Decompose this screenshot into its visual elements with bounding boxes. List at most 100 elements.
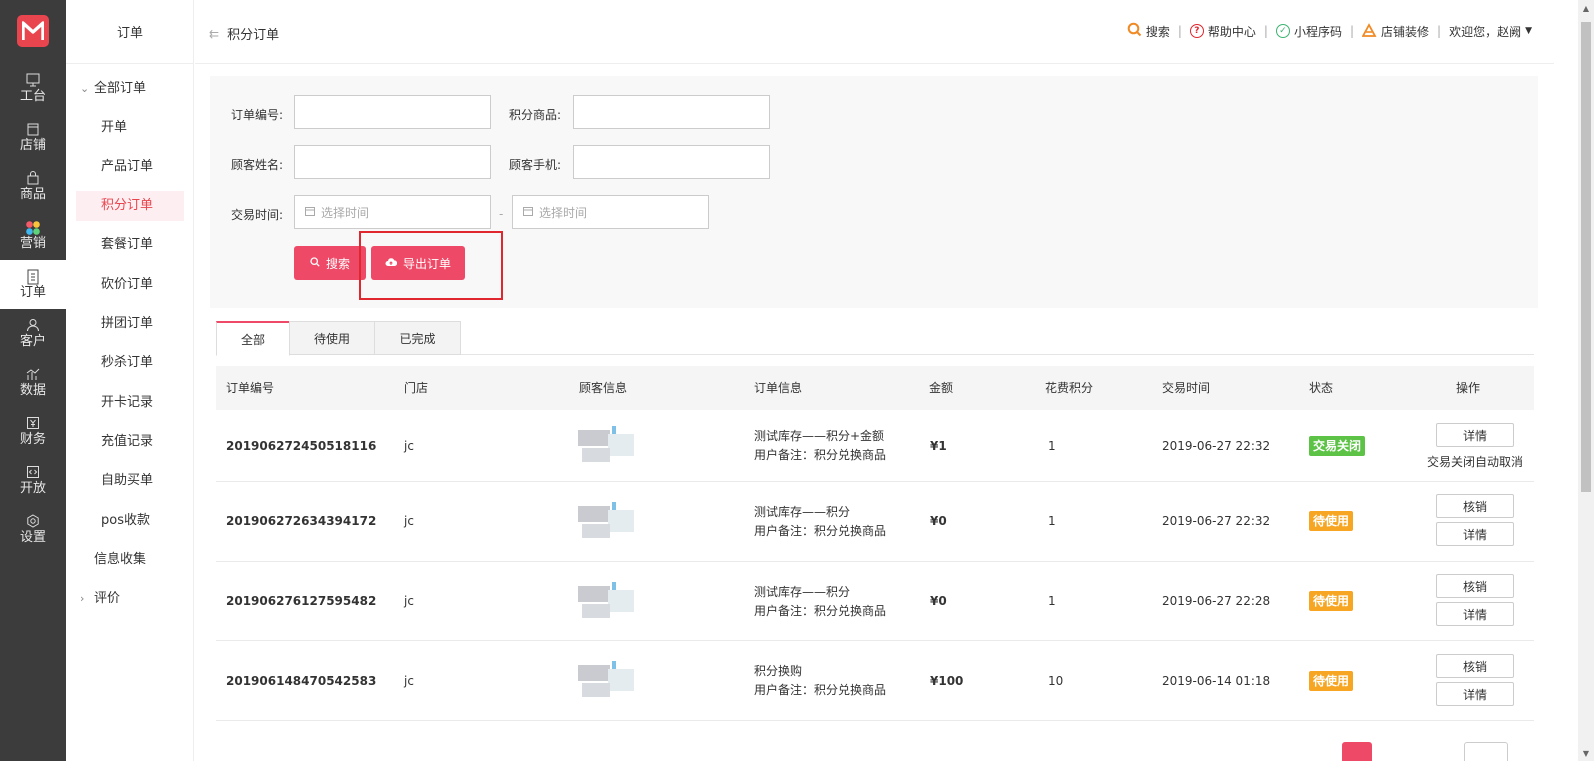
search-button-label: 搜索 — [325, 256, 350, 271]
header-decorate-link[interactable]: 店铺装修 — [1361, 22, 1430, 40]
header-miniapp-link[interactable]: ✓ 小程序码 — [1275, 23, 1342, 40]
submenu-item-group-orders[interactable]: 拼团订单 — [76, 309, 184, 339]
detail-button[interactable]: 详情 — [1436, 602, 1514, 626]
order-no-input[interactable] — [294, 95, 491, 129]
submenu-group-all-orders[interactable]: ⌄ 全部订单 — [76, 74, 184, 104]
customer-name-label: 顾客姓名: — [231, 158, 284, 172]
detail-button[interactable]: 详情 — [1436, 423, 1514, 447]
range-dash: - — [499, 207, 504, 221]
start-time-picker[interactable]: 选择时间 — [294, 195, 491, 229]
rail-item-label: 数据 — [19, 382, 46, 398]
tab-all[interactable]: 全部 — [216, 321, 290, 356]
points-spent: 1 — [1048, 439, 1056, 453]
trade-time-label: 交易时间: — [231, 208, 284, 222]
order-info: 测试库存——积分 用户备注：积分兑换商品 — [754, 503, 886, 541]
user-menu[interactable]: 欢迎您，赵阙 ▼ — [1449, 23, 1532, 40]
order-info: 测试库存——积分+金额 用户备注：积分兑换商品 — [754, 427, 886, 465]
header-help-link[interactable]: ? 帮助中心 — [1189, 23, 1256, 40]
breadcrumb: ⇇ 积分订单 — [209, 24, 279, 44]
rail-item-label: 商品 — [19, 186, 46, 202]
col-points: 花费积分 — [1045, 381, 1094, 395]
calendar-icon — [305, 205, 315, 219]
submenu-item-package-orders[interactable]: 套餐订单 — [76, 230, 184, 260]
rail-item-orders[interactable]: 订单 — [0, 260, 66, 309]
status-badge: 交易关闭 — [1309, 436, 1366, 456]
scroll-down-arrow-icon[interactable]: ▼ — [1578, 745, 1594, 761]
search-button[interactable]: 搜索 — [294, 246, 366, 280]
submenu-item-product-orders[interactable]: 产品订单 — [76, 152, 184, 182]
table-row: 201906272634394172 jc 测试库存——积分 用户备注：积分兑换… — [216, 482, 1534, 562]
points-spent: 1 — [1048, 594, 1056, 608]
header-tools: 搜索 | ? 帮助中心 | ✓ 小程序码 | 店铺装修 | 欢迎您，赵阙 ▼ — [1127, 22, 1532, 40]
collapse-menu-icon[interactable]: ⇇ — [209, 27, 219, 41]
status-badge: 待使用 — [1309, 671, 1354, 691]
rail-item-label: 开放 — [19, 480, 46, 496]
customer-phone-input[interactable] — [573, 145, 770, 179]
page-scrollbar[interactable]: ▲ ▼ — [1578, 0, 1594, 761]
chart-icon — [26, 367, 40, 383]
col-amount: 金额 — [929, 381, 954, 395]
submenu-item-open-order[interactable]: 开单 — [76, 113, 184, 143]
rail-item-settings[interactable]: 设置 — [0, 505, 66, 554]
order-info-title: 测试库存——积分 — [754, 585, 851, 599]
rail-item-finance[interactable]: 财务 — [0, 407, 66, 456]
submenu-group-reviews[interactable]: › 评价 — [76, 584, 184, 614]
store-name: jc — [404, 439, 414, 453]
order-no: 201906148470542583 — [226, 674, 377, 688]
highlight-annotation-box — [359, 231, 503, 300]
order-info-title: 测试库存——积分+金额 — [754, 429, 885, 443]
submenu-title: 订单 — [66, 0, 194, 64]
brand-logo[interactable] — [0, 0, 66, 62]
end-time-picker[interactable]: 选择时间 — [512, 195, 709, 229]
submenu-item-flash-orders[interactable]: 秒杀订单 — [76, 348, 184, 378]
main-nav-rail: 工台 店铺 商品 营销 订单 客户 数据 财务 开放 设置 — [0, 0, 66, 761]
customer-avatar-blurred — [578, 502, 638, 540]
amount: ¥0 — [930, 594, 947, 608]
detail-button[interactable]: 详情 — [1436, 522, 1514, 546]
order-info: 测试库存——积分 用户备注：积分兑换商品 — [754, 583, 886, 621]
order-info-note: 用户备注：积分兑换商品 — [754, 448, 887, 462]
order-info-note: 用户备注：积分兑换商品 — [754, 524, 887, 538]
rail-item-customers[interactable]: 客户 — [0, 309, 66, 358]
rail-item-workbench[interactable]: 工台 — [0, 64, 66, 113]
rail-item-shop[interactable]: 店铺 — [0, 113, 66, 162]
order-submenu: 订单 ⌄ 全部订单 开单 产品订单 积分订单 套餐订单 砍价订单 拼团订单 秒杀订… — [66, 0, 194, 761]
pagination-jump-input[interactable] — [1464, 742, 1508, 761]
detail-button[interactable]: 详情 — [1436, 682, 1514, 706]
rail-item-marketing[interactable]: 营销 — [0, 211, 66, 260]
order-info-title: 测试库存——积分 — [754, 505, 851, 519]
tab-completed[interactable]: 已完成 — [374, 321, 461, 355]
rail-item-label: 财务 — [19, 431, 46, 447]
main-content: 订单编号: 积分商品: 顾客姓名: 顾客手机: 交易时间: 选择时间 - 选择时… — [210, 76, 1538, 761]
submenu-item-info-collect[interactable]: 信息收集 — [76, 545, 184, 575]
header-decorate-label: 店铺装修 — [1381, 24, 1430, 39]
marketing-icon — [25, 220, 41, 236]
col-status: 状态 — [1309, 381, 1334, 395]
submenu-item-points-orders[interactable]: 积分订单 — [76, 191, 184, 221]
tab-pending[interactable]: 待使用 — [289, 321, 375, 355]
goods-input[interactable] — [573, 95, 770, 129]
order-info-title: 积分换购 — [754, 664, 803, 678]
rail-item-goods[interactable]: 商品 — [0, 162, 66, 211]
submenu-item-card-records[interactable]: 开卡记录 — [76, 388, 184, 418]
verify-button[interactable]: 核销 — [1436, 494, 1514, 518]
brush-icon — [1361, 22, 1377, 40]
rail-item-data[interactable]: 数据 — [0, 358, 66, 407]
store-name: jc — [404, 674, 414, 688]
search-icon — [310, 256, 320, 270]
submenu-item-recharge-records[interactable]: 充值记录 — [76, 427, 184, 457]
customer-avatar-blurred — [578, 582, 638, 620]
customer-name-input[interactable] — [294, 145, 491, 179]
submenu-item-bargain-orders[interactable]: 砍价订单 — [76, 270, 184, 300]
scroll-up-arrow-icon[interactable]: ▲ — [1578, 0, 1594, 16]
verify-button[interactable]: 核销 — [1436, 654, 1514, 678]
col-customer: 顾客信息 — [579, 381, 628, 395]
scrollbar-thumb[interactable] — [1581, 22, 1591, 492]
pagination-current-page[interactable] — [1342, 742, 1372, 761]
rail-item-open[interactable]: 开放 — [0, 456, 66, 505]
submenu-item-self-pay[interactable]: 自助买单 — [76, 466, 184, 496]
customer-avatar-blurred — [578, 661, 638, 699]
header-search-link[interactable]: 搜索 — [1127, 22, 1170, 40]
submenu-item-pos-payment[interactable]: pos收款 — [76, 506, 184, 536]
verify-button[interactable]: 核销 — [1436, 574, 1514, 598]
